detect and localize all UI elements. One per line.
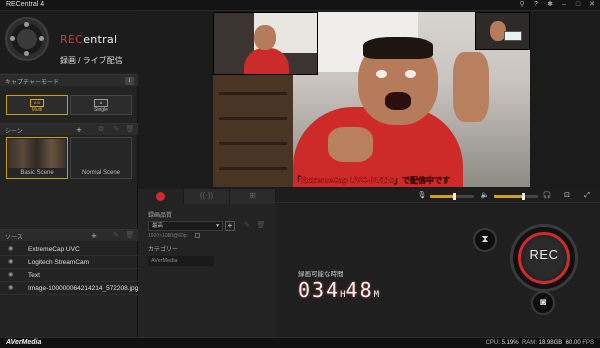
info-icon[interactable]: i	[125, 77, 134, 85]
source-item[interactable]: ◉ Logitech StreamCam	[0, 256, 138, 269]
bookshelf-image	[213, 72, 293, 187]
pip-camera-1[interactable]	[213, 12, 318, 75]
add-source-icon[interactable]: +	[89, 231, 99, 241]
quality-label: 録画品質	[148, 213, 173, 219]
tab-other[interactable]: ⊞	[230, 189, 276, 204]
edit-scene-icon[interactable]: ✎	[111, 125, 121, 135]
mic-volume-slider[interactable]	[430, 193, 474, 200]
snapshot-button[interactable]: ◙	[531, 291, 555, 315]
record-settings-panel: 録画品質 最高 ▾ + ✎ 🗑 1920×1080@60p カテゴリー AVerM…	[138, 204, 276, 337]
video-preview[interactable]: 「ExtremeCap UVC-BU110」で配信中です	[213, 12, 530, 187]
camera-icon: ◙	[539, 297, 547, 308]
window-title: RECentral 4	[6, 1, 45, 8]
mode-single-label: Single	[94, 107, 108, 113]
add-quality-icon[interactable]: +	[225, 221, 235, 231]
source-header: ソース + ✎ 🗑	[0, 229, 138, 241]
delete-quality-icon[interactable]: 🗑	[256, 221, 266, 231]
scene-normal-label: Normal Scene	[81, 170, 120, 176]
help-icon[interactable]: ?	[532, 1, 540, 9]
scene-basic-label: Basic Scene	[20, 170, 54, 176]
resolution-text: 1920×1080@60p	[148, 233, 187, 239]
capture-mode-header: キャプチャーモード i	[0, 74, 138, 86]
mode-multi-label: Multi	[31, 107, 43, 113]
speaker-icon[interactable]: 🔈	[480, 191, 490, 201]
brand-logo: RECentral	[60, 33, 118, 46]
eye-icon[interactable]: ◉	[8, 285, 16, 291]
mode-title: 録画 / ライブ配信	[60, 56, 123, 65]
close-icon[interactable]: ✕	[588, 1, 596, 9]
category-field[interactable]: AVerMedia	[148, 256, 214, 266]
source-name: Image-100000064214214_572208.jpg	[28, 285, 139, 292]
scene-basic[interactable]: Basic Scene	[6, 137, 68, 179]
edit-quality-icon[interactable]: ✎	[242, 221, 252, 231]
marker-icon: ⧗	[481, 234, 489, 245]
tab-stream[interactable]: ((·))	[184, 189, 230, 204]
record-control-panel: 録画可能な時間 034H48M ⧗ REC ◙	[276, 204, 600, 337]
eye-icon[interactable]: ◉	[8, 272, 16, 278]
mode-multi-button[interactable]: A B Multi	[6, 95, 68, 115]
maximize-icon[interactable]: □	[574, 1, 582, 9]
eye-icon[interactable]: ◉	[8, 259, 16, 265]
rec-label: REC	[529, 247, 559, 262]
mic-icon[interactable]: 🎙	[417, 191, 427, 201]
edit-source-icon[interactable]: ✎	[111, 231, 121, 241]
chevron-down-icon: ▾	[216, 223, 219, 229]
checkbox[interactable]	[195, 233, 200, 238]
multi-mode-icon: A B	[30, 99, 44, 107]
scene-label: シーン	[5, 129, 23, 135]
mode-dial-icon[interactable]	[5, 17, 49, 61]
source-name: ExtremeCap UVC	[28, 246, 80, 253]
overlay-caption: 「ExtremeCap UVC-BU110」で配信中です	[293, 176, 450, 185]
broadcast-icon: ((·))	[199, 191, 214, 200]
marker-button[interactable]: ⧗	[473, 228, 497, 252]
remaining-time-label: 録画可能な時間	[298, 271, 344, 278]
system-stats: CPU: 5.19% RAM: 18.98GB 60.00 FPS	[485, 340, 594, 346]
scene-header: シーン + ⧉ ✎ 🗑	[0, 123, 138, 135]
minimize-icon[interactable]: –	[560, 1, 568, 9]
category-label: カテゴリー	[148, 247, 179, 253]
source-item[interactable]: ◉ Text	[0, 269, 138, 282]
headphones-icon[interactable]: 🎧	[542, 191, 552, 201]
scene-thumbnail	[8, 139, 66, 168]
source-item[interactable]: ◉ ExtremeCap UVC	[0, 243, 138, 256]
avermedia-logo: AVerMedia	[6, 339, 42, 346]
source-name: Text	[28, 272, 40, 279]
remaining-time-display: 034H48M	[298, 278, 380, 302]
fullscreen-icon[interactable]: ⤢	[582, 191, 592, 201]
delete-scene-icon[interactable]: 🗑	[125, 125, 135, 135]
single-mode-icon: A	[94, 99, 108, 107]
mode-single-button[interactable]: A Single	[70, 95, 132, 115]
left-panel: RECentral 録画 / ライブ配信 キャプチャーモード i A B Mul…	[0, 11, 138, 337]
title-bar: RECentral 4 ⚲ ? ✱ – □ ✕	[0, 0, 600, 11]
eye-icon[interactable]: ◉	[8, 246, 16, 252]
pin-icon[interactable]: ⚲	[518, 1, 526, 9]
tab-record[interactable]	[138, 189, 184, 204]
rec-button[interactable]: REC	[510, 224, 578, 292]
speaker-volume-slider[interactable]	[494, 193, 538, 200]
delete-source-icon[interactable]: 🗑	[125, 231, 135, 241]
source-label: ソース	[5, 235, 23, 241]
add-scene-icon[interactable]: +	[74, 125, 84, 135]
camera-icon: ⊞	[249, 191, 256, 200]
source-item[interactable]: ◉ Image-100000064214214_572208.jpg	[0, 282, 138, 295]
pip-camera-2[interactable]	[475, 12, 530, 50]
record-icon	[156, 192, 165, 201]
status-bar: AVerMedia CPU: 5.19% RAM: 18.98GB 60.00 …	[0, 337, 600, 348]
layout-icon[interactable]: ⊡	[562, 191, 572, 201]
logo-area: RECentral 録画 / ライブ配信	[0, 11, 138, 73]
scene-normal[interactable]: Normal Scene	[70, 137, 132, 179]
quality-select[interactable]: 最高 ▾	[148, 221, 223, 231]
link-scene-icon[interactable]: ⧉	[96, 125, 106, 135]
source-name: Logitech StreamCam	[28, 259, 90, 266]
capture-mode-label: キャプチャーモード	[5, 80, 59, 86]
window-controls: ⚲ ? ✱ – □ ✕	[518, 1, 596, 9]
settings-icon[interactable]: ✱	[546, 1, 554, 9]
mode-tabs: ((·)) ⊞	[138, 189, 276, 204]
